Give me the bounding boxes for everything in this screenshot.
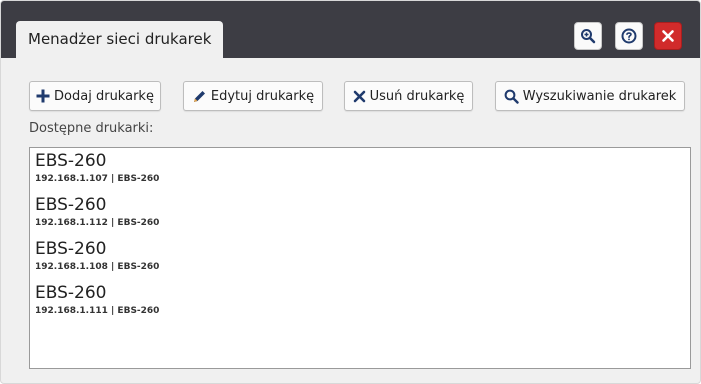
add-printer-button[interactable]: Dodaj drukarkę	[29, 81, 161, 111]
title-bar: Menadżer sieci drukarek	[1, 1, 700, 58]
edit-printer-label: Edytuj drukarkę	[210, 88, 315, 104]
printer-list[interactable]: EBS-260 192.168.1.107 | EBS-260 EBS-260 …	[29, 147, 691, 369]
edit-printer-button[interactable]: Edytuj drukarkę	[183, 81, 323, 111]
printer-name: EBS-260	[35, 151, 107, 171]
search-printers-label: Wyszukiwanie drukarek	[522, 88, 677, 104]
remove-printer-button[interactable]: Usuń drukarkę	[344, 81, 473, 111]
search-printers-button[interactable]: Wyszukiwanie drukarek	[495, 81, 685, 111]
printer-name: EBS-260	[35, 195, 107, 215]
printer-address: 192.168.1.108 | EBS-260	[35, 262, 160, 272]
close-button[interactable]	[654, 22, 682, 50]
plus-icon	[36, 89, 50, 103]
help-button[interactable]	[615, 22, 643, 50]
list-item[interactable]: EBS-260 192.168.1.107 | EBS-260	[35, 150, 685, 186]
printer-name: EBS-260	[35, 239, 107, 259]
search-icon	[504, 89, 519, 104]
printer-name: EBS-260	[35, 283, 107, 303]
remove-printer-label: Usuń drukarkę	[369, 88, 465, 104]
list-item[interactable]: EBS-260 192.168.1.112 | EBS-260	[35, 194, 685, 230]
pencil-icon	[193, 90, 205, 102]
zoom-in-icon	[581, 29, 596, 44]
tab-printer-network-manager[interactable]: Menadżer sieci drukarek	[16, 21, 224, 58]
printer-address: 192.168.1.107 | EBS-260	[35, 174, 160, 184]
zoom-button[interactable]	[574, 22, 602, 50]
printer-address: 192.168.1.112 | EBS-260	[35, 218, 160, 228]
help-icon	[621, 28, 637, 44]
printer-manager-window: Menadżer sieci drukarek Dodaj drukarkę E…	[0, 0, 701, 384]
x-icon	[353, 90, 365, 102]
add-printer-label: Dodaj drukarkę	[54, 88, 154, 104]
list-item[interactable]: EBS-260 192.168.1.108 | EBS-260	[35, 238, 685, 274]
printer-address: 192.168.1.111 | EBS-260	[35, 306, 160, 316]
available-printers-label: Dostępne drukarki:	[29, 121, 154, 136]
close-icon	[662, 30, 674, 42]
list-item[interactable]: EBS-260 192.168.1.111 | EBS-260	[35, 282, 685, 318]
